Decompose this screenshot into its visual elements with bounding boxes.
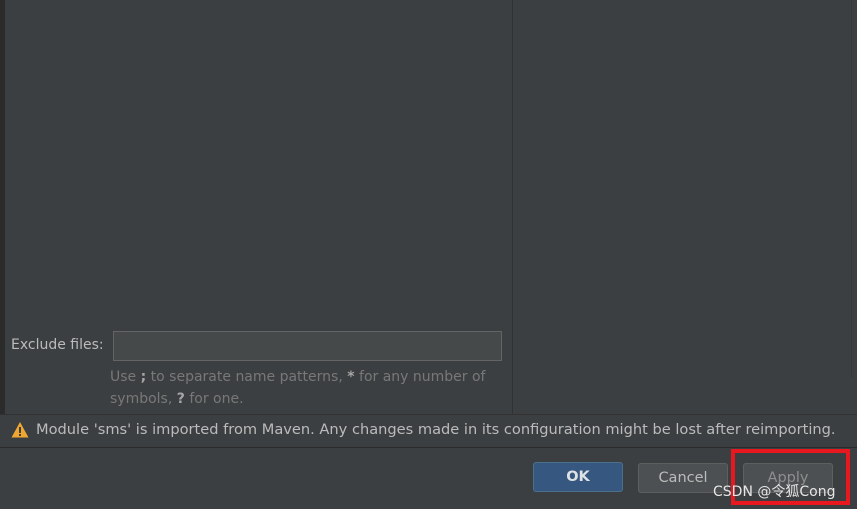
warning-icon bbox=[11, 422, 29, 438]
hint-text: to separate name patterns, bbox=[150, 369, 343, 385]
exclude-files-hint: Use ; to separate name patterns, * for a… bbox=[110, 366, 502, 410]
side-panel bbox=[513, 0, 857, 414]
hint-text: Use bbox=[110, 369, 137, 385]
hint-wildcard-question: ? bbox=[176, 391, 185, 407]
warning-message: Module 'sms' is imported from Maven. Any… bbox=[36, 421, 836, 438]
watermark: CSDN @令狐Cong bbox=[713, 484, 836, 500]
hint-separator: ; bbox=[140, 369, 147, 385]
side-scrollbar[interactable] bbox=[851, 0, 857, 378]
exclude-files-input[interactable] bbox=[113, 331, 502, 361]
hint-text: for one. bbox=[189, 391, 244, 407]
hint-wildcard-star: * bbox=[347, 369, 355, 385]
exclude-files-label: Exclude files: bbox=[11, 337, 104, 353]
ok-button[interactable]: OK bbox=[533, 462, 623, 492]
